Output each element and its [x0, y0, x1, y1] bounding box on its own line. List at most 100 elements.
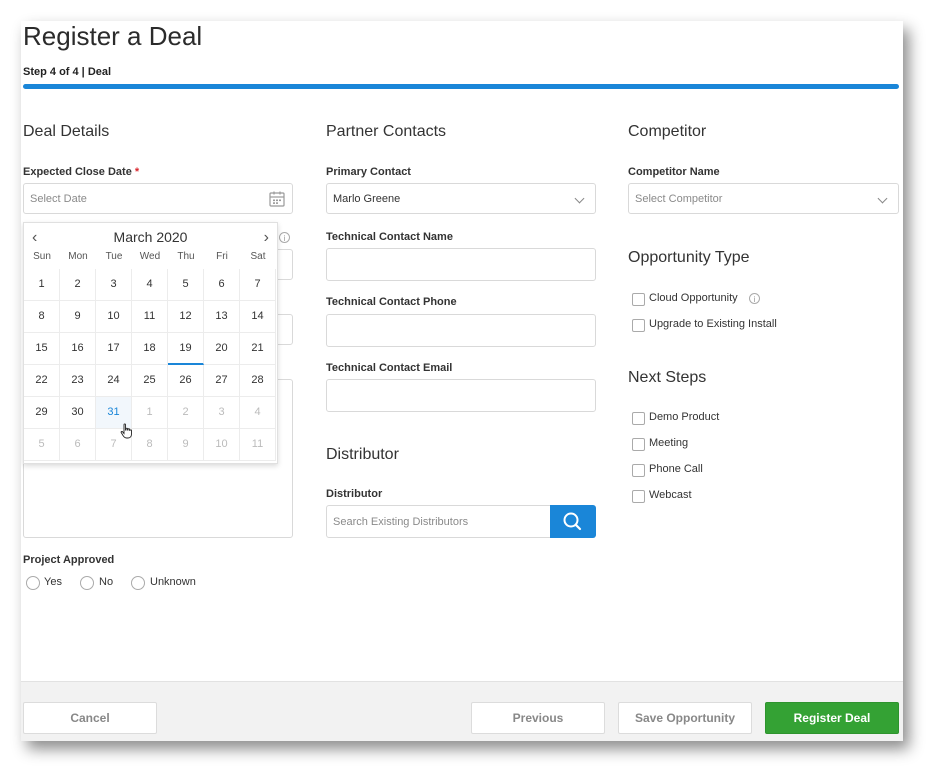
calendar-day[interactable]: 6: [204, 269, 240, 301]
radio-no[interactable]: [80, 576, 94, 590]
weekday-label: Sat: [250, 251, 266, 262]
weekday-label: Wed: [139, 251, 161, 262]
primary-contact-value: Marlo Greene: [333, 193, 401, 205]
calendar-day[interactable]: 7: [240, 269, 276, 301]
calendar-day[interactable]: 6: [60, 429, 96, 461]
calendar-day[interactable]: 11: [132, 301, 168, 333]
calendar-day[interactable]: 18: [132, 333, 168, 365]
opportunity-type-heading: Opportunity Type: [628, 249, 750, 266]
calendar-day[interactable]: 11: [240, 429, 276, 461]
save-opportunity-button[interactable]: Save Opportunity: [618, 702, 752, 734]
calendar-day[interactable]: 13: [204, 301, 240, 333]
calendar-day[interactable]: 19: [168, 333, 204, 365]
calendar-day[interactable]: 10: [204, 429, 240, 461]
tech-contact-email-input[interactable]: [326, 379, 596, 412]
distributor-placeholder: Search Existing Distributors: [333, 516, 469, 528]
calendar-day[interactable]: 27: [204, 365, 240, 397]
calendar-day[interactable]: 23: [60, 365, 96, 397]
search-icon: [563, 512, 582, 531]
calendar-month-label: March 2020: [113, 229, 188, 245]
project-approved-label: Project Approved: [23, 554, 115, 566]
calendar-day[interactable]: 22: [24, 365, 60, 397]
calendar-day[interactable]: 30: [60, 397, 96, 429]
calendar-icon[interactable]: [268, 190, 286, 208]
phone-call-label: Phone Call: [649, 463, 703, 475]
expected-close-label: Expected Close Date *: [23, 166, 139, 178]
calendar-day[interactable]: 16: [60, 333, 96, 365]
calendar-day[interactable]: 3: [204, 397, 240, 429]
radio-yes[interactable]: [26, 576, 40, 590]
calendar-day[interactable]: 25: [132, 365, 168, 397]
distributor-heading: Distributor: [326, 446, 399, 463]
calendar-day[interactable]: 28: [240, 365, 276, 397]
calendar-day[interactable]: 21: [240, 333, 276, 365]
radio-no-label: No: [99, 576, 114, 588]
progress-bar: [23, 84, 899, 89]
tech-contact-phone-input[interactable]: [326, 314, 596, 347]
calendar-day[interactable]: 20: [204, 333, 240, 365]
calendar-day[interactable]: 8: [132, 429, 168, 461]
calendar-day[interactable]: 15: [24, 333, 60, 365]
chevron-down-icon: [877, 193, 888, 204]
calendar-day[interactable]: 12: [168, 301, 204, 333]
calendar-day[interactable]: 4: [240, 397, 276, 429]
cancel-button[interactable]: Cancel: [23, 702, 157, 734]
calendar-day[interactable]: 4: [132, 269, 168, 301]
required-marker: *: [134, 166, 140, 178]
info-icon[interactable]: i: [279, 232, 290, 243]
demo-product-label: Demo Product: [649, 411, 720, 423]
webcast-checkbox[interactable]: [632, 490, 645, 503]
competitor-heading: Competitor: [628, 123, 707, 140]
weekday-label: Fri: [216, 251, 228, 262]
radio-yes-label: Yes: [44, 576, 62, 588]
primary-contact-select[interactable]: Marlo Greene: [326, 183, 596, 214]
weekday-label: Thu: [177, 251, 195, 262]
calendar-day[interactable]: 29: [24, 397, 60, 429]
tech-contact-phone-label: Technical Contact Phone: [326, 296, 457, 308]
calendar-day[interactable]: 3: [96, 269, 132, 301]
deal-details-heading: Deal Details: [23, 123, 110, 140]
weekday-label: Sun: [33, 251, 51, 262]
competitor-name-label: Competitor Name: [628, 166, 720, 178]
cloud-opportunity-label: Cloud Opportunity: [649, 292, 738, 304]
calendar-day[interactable]: 8: [24, 301, 60, 333]
calendar-day[interactable]: 14: [240, 301, 276, 333]
expected-close-date-input[interactable]: Select Date: [23, 183, 293, 214]
date-picker-calendar: ‹ March 2020 › Sun Mon Tue Wed Thu Fri Sat 1 2 3 4…: [23, 222, 278, 464]
register-deal-button[interactable]: Register Deal: [765, 702, 899, 734]
calendar-day[interactable]: 5: [168, 269, 204, 301]
distributor-search-input[interactable]: Search Existing Distributors: [326, 505, 552, 538]
step-indicator: Step 4 of 4 | Deal: [23, 66, 112, 78]
upgrade-existing-checkbox[interactable]: [632, 319, 645, 332]
demo-product-checkbox[interactable]: [632, 412, 645, 425]
webcast-label: Webcast: [649, 489, 692, 501]
meeting-checkbox[interactable]: [632, 438, 645, 451]
next-month-button[interactable]: ›: [264, 230, 269, 246]
distributor-search-button[interactable]: [550, 505, 596, 538]
calendar-day[interactable]: 1: [24, 269, 60, 301]
competitor-select[interactable]: Select Competitor: [628, 183, 899, 214]
calendar-day[interactable]: 5: [24, 429, 60, 461]
calendar-day[interactable]: 10: [96, 301, 132, 333]
info-icon[interactable]: i: [749, 293, 760, 304]
page-title: Register a Deal: [23, 21, 203, 51]
chevron-down-icon: [574, 193, 585, 204]
calendar-day[interactable]: 24: [96, 365, 132, 397]
previous-button[interactable]: Previous: [471, 702, 605, 734]
calendar-day[interactable]: 26: [168, 365, 204, 397]
calendar-day[interactable]: 1: [132, 397, 168, 429]
hand-cursor-icon: [120, 423, 132, 439]
footer-bar: Cancel Previous Save Opportunity Registe…: [21, 681, 903, 741]
distributor-label: Distributor: [326, 488, 383, 500]
phone-call-checkbox[interactable]: [632, 464, 645, 477]
cloud-opportunity-checkbox[interactable]: [632, 293, 645, 306]
calendar-day[interactable]: 2: [168, 397, 204, 429]
calendar-day[interactable]: 9: [60, 301, 96, 333]
tech-contact-name-input[interactable]: [326, 248, 596, 281]
radio-unknown[interactable]: [131, 576, 145, 590]
partner-contacts-heading: Partner Contacts: [326, 123, 447, 140]
calendar-day[interactable]: 17: [96, 333, 132, 365]
calendar-day[interactable]: 2: [60, 269, 96, 301]
weekday-label: Mon: [68, 251, 88, 262]
calendar-day[interactable]: 9: [168, 429, 204, 461]
